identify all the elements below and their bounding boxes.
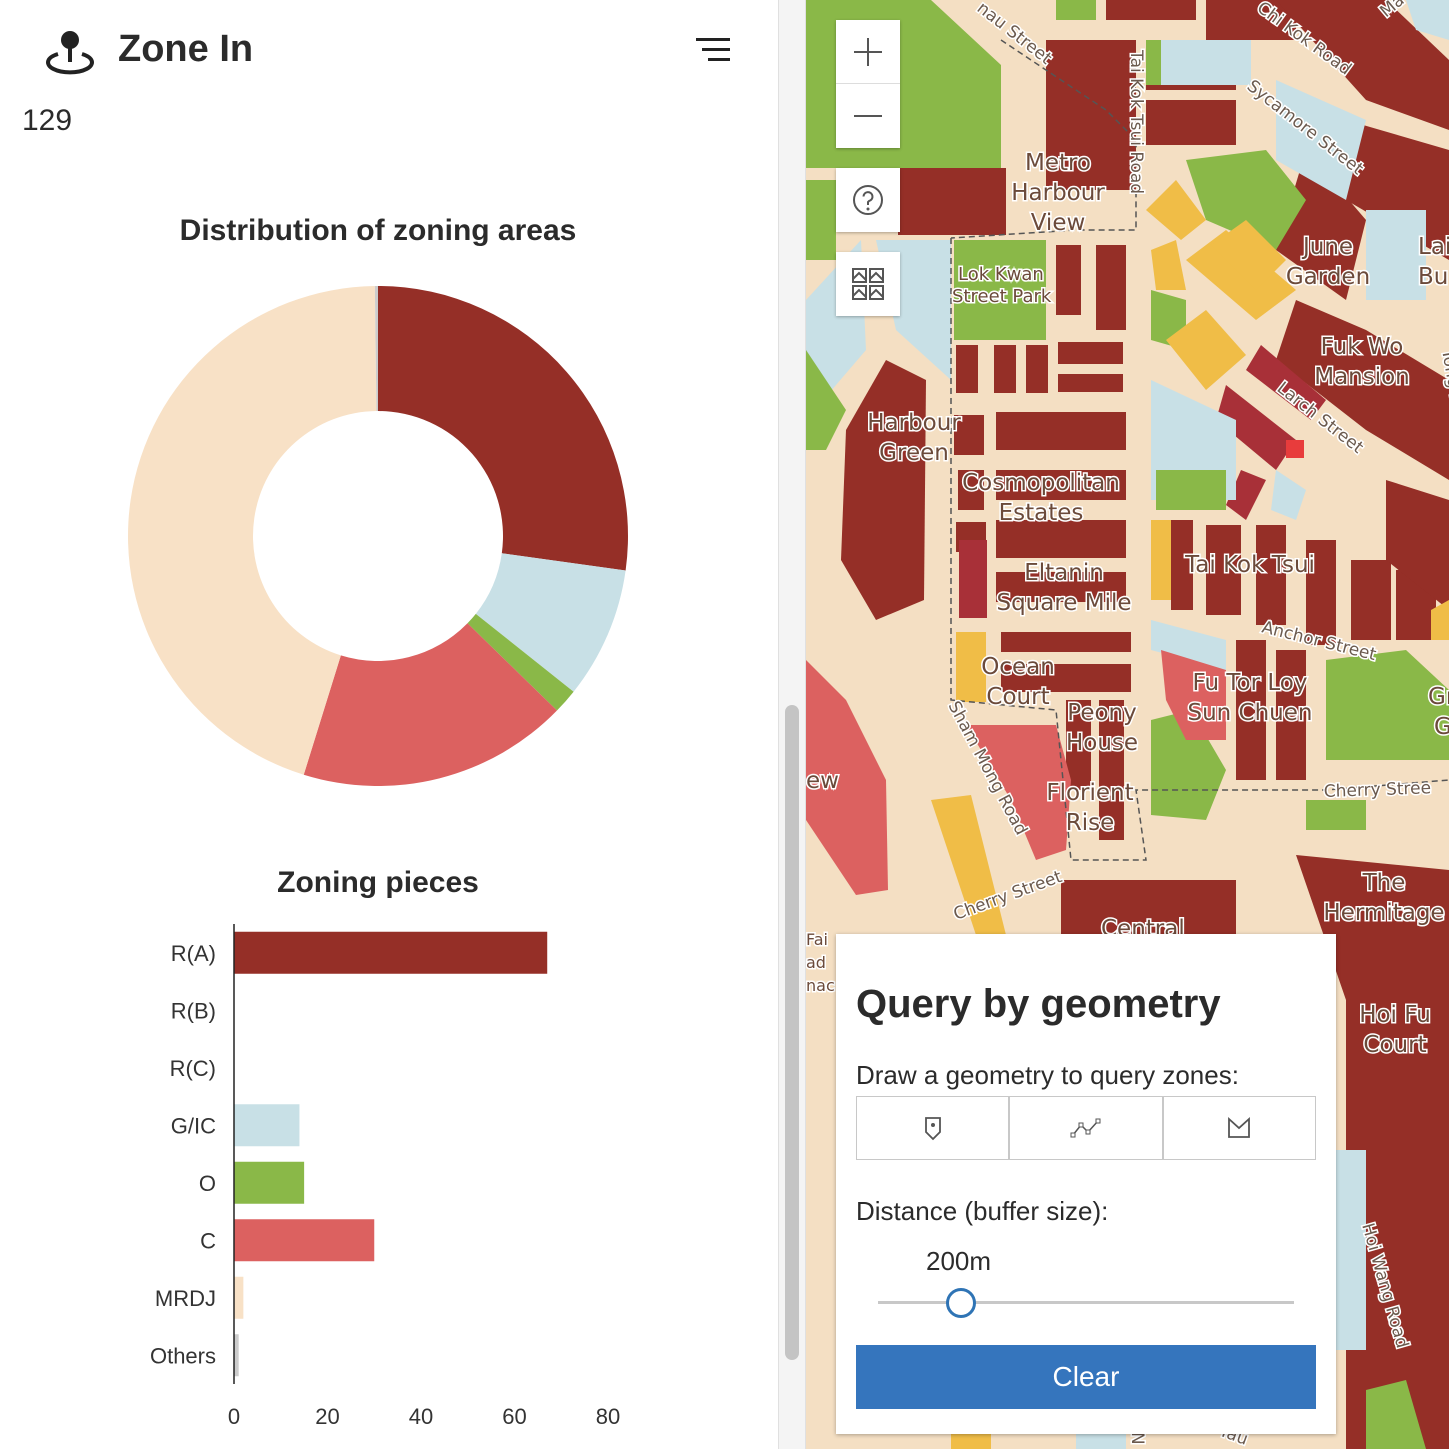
- app-title: Zone In: [118, 28, 254, 70]
- map-label: Street Park: [952, 286, 1052, 307]
- bar-c[interactable]: [234, 1219, 375, 1262]
- map-label: The: [1362, 870, 1406, 896]
- map-label: House: [1066, 730, 1138, 756]
- map-label: Harbour: [867, 410, 961, 436]
- map-label: ew: [806, 768, 839, 794]
- map-label: Ocean: [981, 654, 1055, 680]
- help-button[interactable]: [836, 168, 900, 232]
- bar-x-tick-label: 40: [409, 1404, 433, 1429]
- map-label: ad: [806, 953, 826, 972]
- donut-chart-title: Distribution of zoning areas: [179, 214, 577, 247]
- map-label: Lai: [1418, 234, 1449, 260]
- bar-x-tick-label: 60: [502, 1404, 526, 1429]
- zoning-area-donut-chart: [127, 286, 628, 786]
- distance-slider-thumb[interactable]: [946, 1288, 977, 1318]
- bar-category-label: R(C): [170, 1056, 216, 1081]
- map-label: Mansion: [1314, 364, 1410, 390]
- zoom-in-button[interactable]: [836, 20, 900, 84]
- distance-label: Distance (buffer size):: [856, 1196, 1109, 1226]
- plus-icon: [854, 37, 882, 66]
- bar-category-label: R(B): [171, 998, 216, 1023]
- bar-category-label: C: [200, 1228, 216, 1253]
- bar-category-label: G/IC: [171, 1113, 216, 1138]
- basemap-control: [836, 252, 900, 316]
- map-label: Fai: [806, 930, 828, 949]
- basemap-gallery-button[interactable]: [836, 252, 900, 316]
- question-icon: [853, 185, 883, 215]
- bar-gic[interactable]: [234, 1104, 300, 1147]
- bar-category-label: MRDJ: [155, 1286, 216, 1311]
- bar-category-label: O: [199, 1171, 216, 1196]
- map-parcel: [806, 180, 836, 260]
- map-label: Eltanin: [1024, 560, 1104, 586]
- map-label: Peony: [1067, 700, 1136, 726]
- map-label: Fuk Wo: [1321, 334, 1404, 360]
- map-label: Tai Kok Tsui: [1184, 552, 1315, 578]
- map-label: Cosmopolitan: [962, 470, 1120, 496]
- map-label: Rise: [1066, 810, 1115, 836]
- street-label: Cherry Stree: [1323, 778, 1431, 802]
- map-label: Fu Tor Loy: [1193, 670, 1308, 696]
- map-parcel: [841, 360, 926, 620]
- polygon-icon: [1228, 1116, 1251, 1138]
- map-label: Gre: [1428, 684, 1449, 710]
- polyline-icon: [1070, 1118, 1101, 1138]
- zone-count: 129: [22, 104, 73, 137]
- map-label: nac: [806, 976, 835, 995]
- filter-menu-icon[interactable]: [694, 34, 734, 68]
- map-label: Hoi Fu: [1359, 1002, 1431, 1028]
- polygon-tool-button[interactable]: [1164, 1097, 1315, 1159]
- map-label: View: [1031, 210, 1086, 236]
- app-root: Zone In 129 Distribution of zoning areas…: [0, 0, 1449, 1449]
- bar-mrdj[interactable]: [234, 1276, 244, 1319]
- map-label: June: [1301, 234, 1353, 260]
- zoning-pieces-bar-chart: R(A) R(B) R(C) G/IC O C MRDJ Others 0 20 40 60 80: [150, 924, 620, 1429]
- bar-x-tick-label: 80: [596, 1404, 620, 1429]
- panel-scrollbar[interactable]: [778, 0, 806, 1449]
- query-title: Query by geometry: [856, 982, 1221, 1026]
- street-label: Tai Kok Tsui Road: [1126, 49, 1146, 194]
- map-label: Bu: [1418, 264, 1448, 290]
- bar-x-tick-label: 20: [315, 1404, 339, 1429]
- zoom-control: [836, 20, 900, 148]
- query-by-geometry-panel: Query by geometry Draw a geometry to que…: [836, 934, 1336, 1434]
- bar-x-tick-label: 0: [228, 1404, 240, 1429]
- app-header: Zone In: [0, 0, 778, 100]
- zone-pin-logo-icon: [46, 31, 94, 75]
- map-label: Court: [1363, 1032, 1426, 1058]
- map-label: G: [1434, 714, 1449, 740]
- bar-o[interactable]: [234, 1161, 305, 1204]
- scrollbar-thumb[interactable]: [785, 705, 799, 1360]
- pin-icon: [924, 1117, 941, 1141]
- bar-chart-title: Zoning pieces: [277, 866, 479, 899]
- side-panel: Zone In 129 Distribution of zoning areas…: [0, 0, 778, 1449]
- map-label: Lok Kwan: [958, 264, 1044, 285]
- distance-value: 200m: [926, 1246, 992, 1276]
- bar-category-label: Others: [150, 1343, 216, 1368]
- bar-category-label: R(A): [171, 941, 216, 966]
- minus-icon: [854, 115, 882, 117]
- draw-geometry-label: Draw a geometry to query zones:: [856, 1060, 1239, 1090]
- point-tool-button[interactable]: [857, 1097, 1011, 1159]
- help-control: [836, 168, 900, 232]
- map-label: Sun Chuen: [1187, 700, 1312, 726]
- map-label: Harbour: [1011, 180, 1105, 206]
- map-parcel: [898, 168, 1006, 235]
- geometry-tool-group: [856, 1096, 1316, 1160]
- map-label: Garden: [1286, 264, 1370, 290]
- donut-slice-ra[interactable]: [378, 286, 628, 571]
- bar-ra[interactable]: [234, 931, 548, 974]
- map-label: Estates: [999, 500, 1084, 526]
- polyline-tool-button[interactable]: [1010, 1097, 1164, 1159]
- map-label: Square Mile: [996, 590, 1131, 616]
- map-label: Hermitage: [1323, 900, 1444, 926]
- distance-slider-track[interactable]: [878, 1301, 1294, 1304]
- zoom-out-button[interactable]: [836, 84, 900, 148]
- basemap-grid-icon: [852, 268, 884, 300]
- map-label: Green: [879, 440, 949, 466]
- map-label: Court: [986, 684, 1049, 710]
- clear-button[interactable]: Clear: [856, 1345, 1316, 1409]
- map-label: Florient: [1046, 780, 1133, 806]
- map-label: Metro: [1025, 150, 1091, 176]
